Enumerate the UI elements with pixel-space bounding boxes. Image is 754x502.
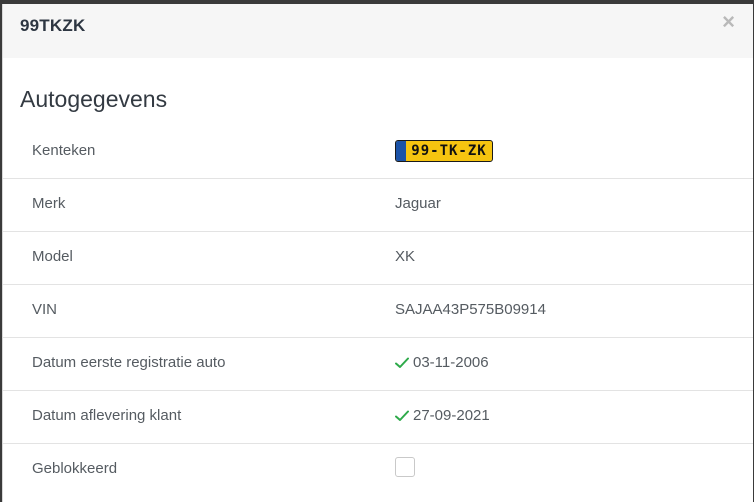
row-vin: VIN SAJAA43P575B09914 bbox=[3, 285, 753, 338]
row-model: Model XK bbox=[3, 232, 753, 285]
date-value: 03-11-2006 bbox=[413, 354, 489, 371]
field-value-with-check: 03-11-2006 bbox=[395, 354, 489, 371]
field-label: Datum eerste registratie auto bbox=[32, 354, 226, 371]
close-icon[interactable]: × bbox=[722, 10, 735, 34]
field-label: Merk bbox=[32, 195, 66, 212]
field-value: SAJAA43P575B09914 bbox=[395, 301, 546, 318]
field-label: Model bbox=[32, 248, 73, 265]
license-plate: 99-TK-ZK bbox=[395, 140, 493, 162]
field-value: Jaguar bbox=[395, 195, 441, 212]
modal-title: 99TKZK bbox=[20, 16, 86, 35]
field-label: Datum aflevering klant bbox=[32, 407, 182, 424]
plate-eu-band bbox=[396, 141, 406, 161]
vehicle-details-modal: 99TKZK × Autogegevens Kenteken 99-TK-ZK … bbox=[2, 4, 753, 502]
field-label: Kenteken bbox=[32, 142, 96, 159]
details-list: Kenteken 99-TK-ZK Merk Jaguar Model XK V… bbox=[3, 126, 753, 496]
field-value-with-check: 27-09-2021 bbox=[395, 407, 490, 424]
field-value: XK bbox=[395, 248, 416, 265]
row-first-registration: Datum eerste registratie auto 03-11-2006 bbox=[3, 338, 753, 391]
row-kenteken: Kenteken 99-TK-ZK bbox=[3, 126, 753, 179]
row-merk: Merk Jaguar bbox=[3, 179, 753, 232]
modal-header: 99TKZK × bbox=[3, 4, 753, 58]
row-delivery-date: Datum aflevering klant 27-09-2021 bbox=[3, 391, 753, 444]
section-title: Autogegevens bbox=[20, 86, 168, 112]
check-icon bbox=[395, 357, 409, 368]
date-value: 27-09-2021 bbox=[413, 407, 490, 424]
field-label: Geblokkeerd bbox=[32, 460, 118, 477]
field-label: VIN bbox=[32, 301, 58, 318]
row-geblokkeerd: Geblokkeerd bbox=[3, 444, 753, 496]
blocked-checkbox[interactable] bbox=[395, 457, 415, 477]
plate-number: 99-TK-ZK bbox=[411, 143, 487, 159]
check-icon bbox=[395, 410, 409, 421]
